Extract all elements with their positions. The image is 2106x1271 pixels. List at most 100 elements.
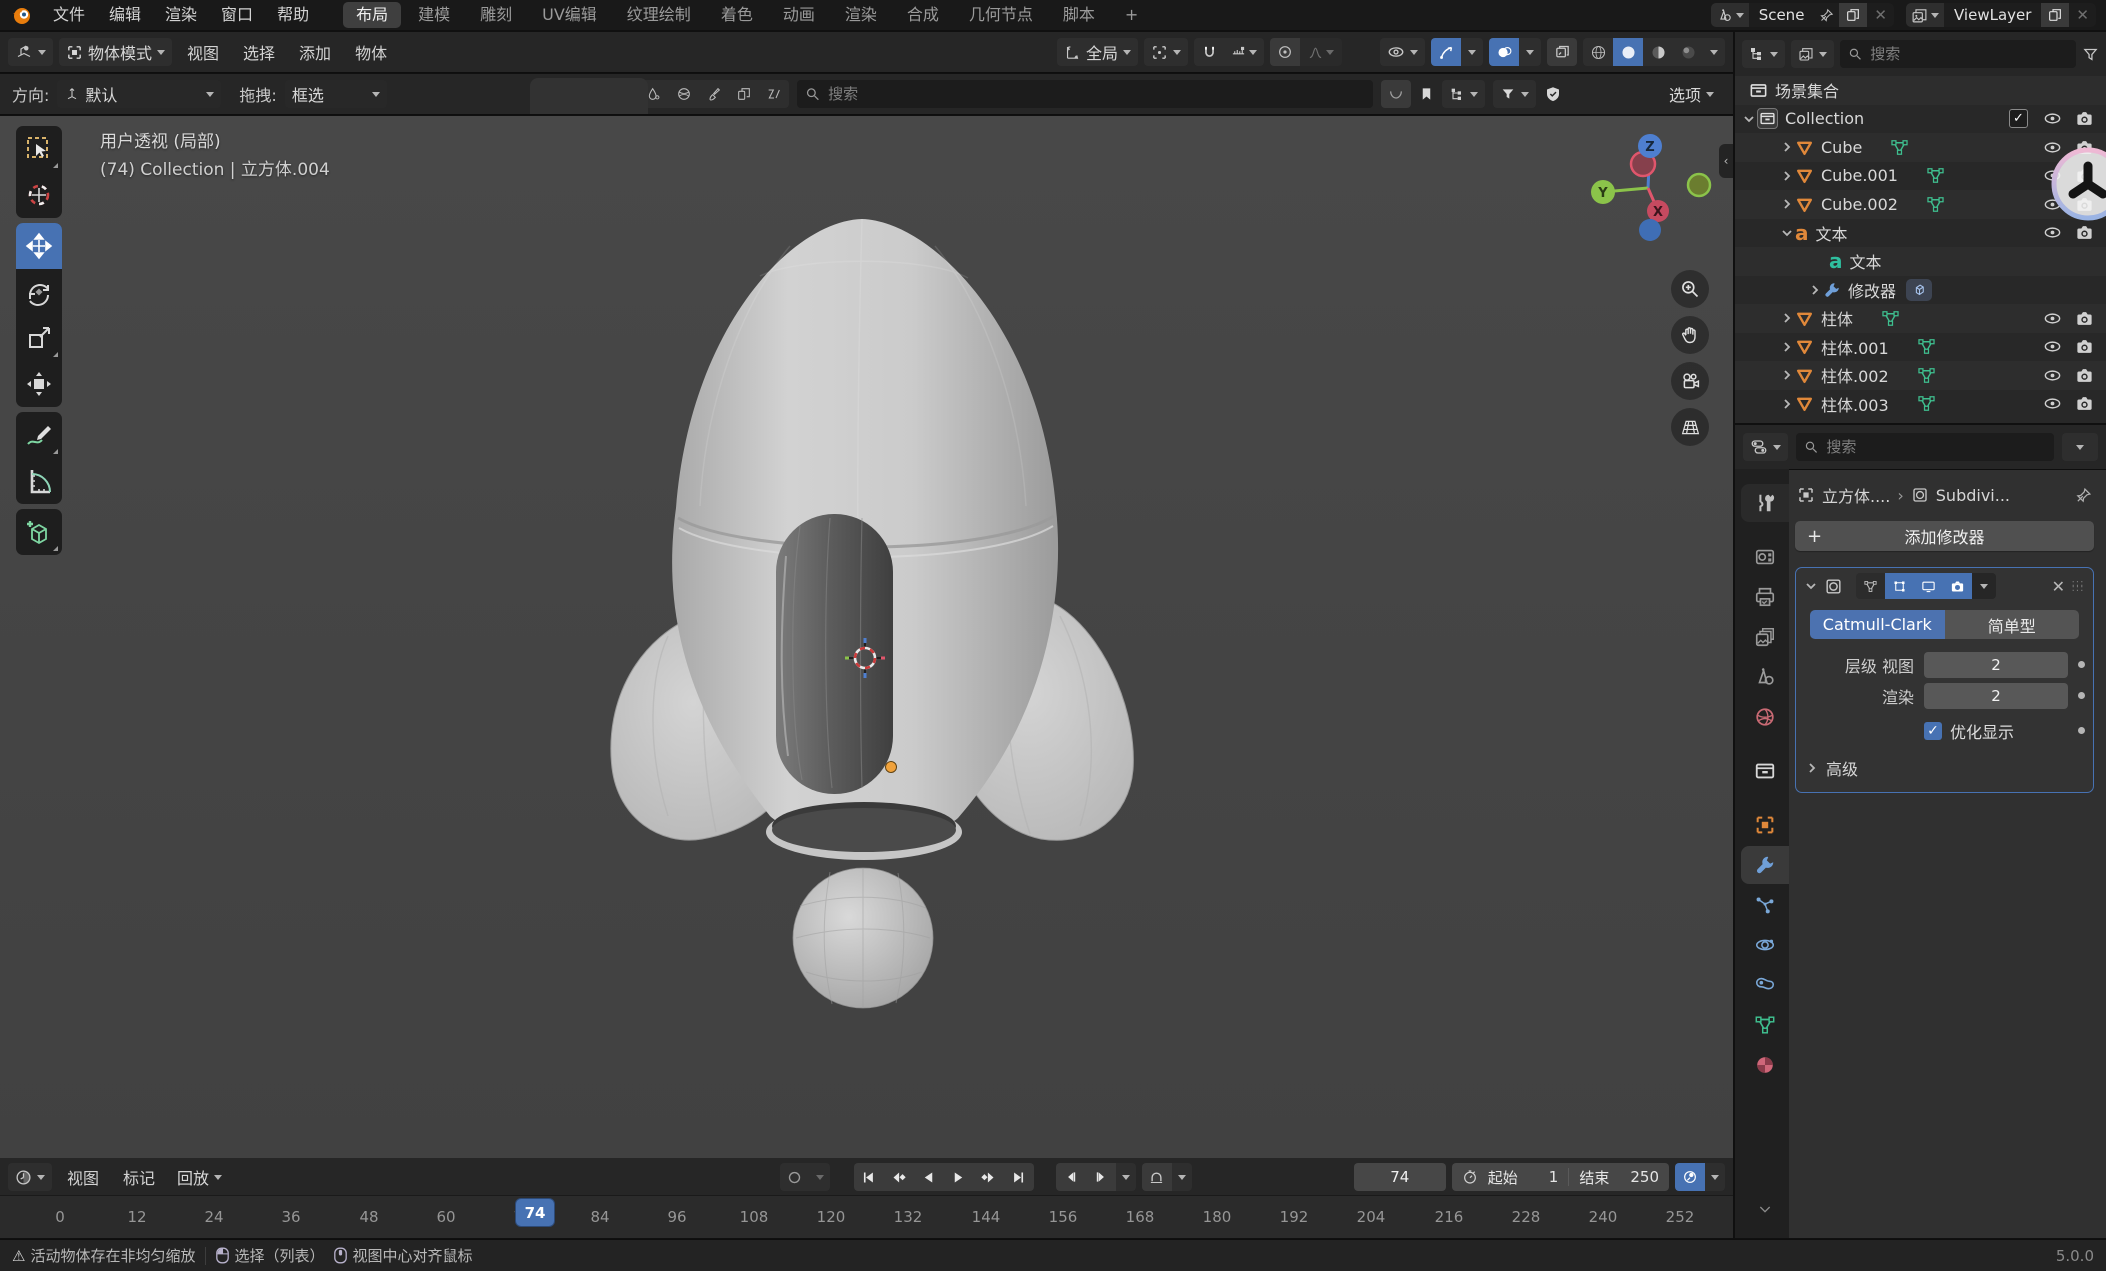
scene-browse-button[interactable]	[1711, 3, 1749, 27]
viewlayer-name[interactable]: ViewLayer	[1944, 6, 2041, 24]
outliner-row-cylinder[interactable]: 柱体	[1735, 304, 2106, 333]
viewport-menu-add[interactable]: 添加	[290, 40, 340, 64]
jump-start-button[interactable]	[854, 1163, 884, 1191]
workspace-tab-scripting[interactable]: 脚本	[1050, 2, 1108, 28]
outliner-search-field[interactable]	[1840, 40, 2076, 68]
animate-dot[interactable]	[2078, 692, 2085, 699]
scene-name[interactable]: Scene	[1749, 6, 1815, 24]
render-camera-icon[interactable]	[2068, 309, 2100, 328]
outliner-search-input[interactable]	[1868, 44, 2068, 64]
hide-eye-icon[interactable]	[2036, 309, 2068, 328]
new-scene-icon[interactable]	[1839, 3, 1867, 27]
mesh-data-icon[interactable]	[1890, 138, 1909, 157]
tool-annotate[interactable]	[16, 412, 62, 458]
tab-tool[interactable]	[1741, 484, 1789, 522]
tool-move[interactable]	[16, 223, 62, 269]
mesh-data-icon[interactable]	[1917, 394, 1936, 413]
tab-constraints[interactable]	[1741, 966, 1789, 1004]
toggle-realtime-icon[interactable]	[1914, 573, 1943, 599]
advanced-section[interactable]: 高级	[1796, 746, 2093, 780]
bookmark-icon[interactable]	[1419, 85, 1434, 103]
workspace-tab-shading[interactable]: 着色	[708, 2, 766, 28]
pan-button[interactable]	[1671, 316, 1709, 354]
levels-viewport-field[interactable]: 2	[1924, 652, 2068, 678]
hide-eye-icon[interactable]	[2036, 366, 2068, 385]
gizmos-dropdown[interactable]	[1461, 38, 1483, 66]
workspace-tab-texture-paint[interactable]: 纹理绘制	[614, 2, 704, 28]
workspace-tab-geometry-nodes[interactable]: 几何节点	[956, 2, 1046, 28]
breadcrumb-object-name[interactable]: 立方体....	[1822, 483, 1890, 507]
filter-globe-icon[interactable]	[669, 80, 699, 108]
optimal-display-checkbox[interactable]: ✓	[1924, 722, 1942, 740]
properties-search-field[interactable]	[1796, 433, 2054, 461]
current-frame-field[interactable]: 74	[1354, 1163, 1446, 1191]
tool-cursor[interactable]	[16, 172, 62, 218]
workspace-tab-uv[interactable]: UV编辑	[529, 2, 610, 28]
shading-dropdown[interactable]	[1703, 38, 1725, 66]
next-keyframe-button[interactable]	[974, 1163, 1004, 1191]
tab-material[interactable]	[1741, 1046, 1789, 1084]
filter-duplicate-icon[interactable]	[729, 80, 759, 108]
outliner-row-cylinder-003[interactable]: 柱体.003	[1735, 390, 2106, 419]
tool-scale[interactable]	[16, 315, 62, 361]
collapse-chevron-icon[interactable]	[1779, 398, 1795, 410]
animate-dot[interactable]	[2078, 727, 2085, 734]
zoom-button[interactable]	[1671, 270, 1709, 308]
play-reverse-button[interactable]	[914, 1163, 944, 1191]
modifier-panel-header[interactable]: ✕ ::: :::	[1796, 568, 2093, 604]
delete-scene-icon[interactable]: ✕	[1867, 6, 1894, 24]
outliner-row-text-data[interactable]: a 文本	[1735, 247, 2106, 276]
preview-range-dropdown[interactable]	[1172, 1163, 1192, 1191]
tab-modifiers[interactable]	[1741, 846, 1789, 884]
catmull-clark-option[interactable]: Catmull-Clark	[1810, 610, 1945, 639]
tool-add-cube[interactable]	[16, 509, 62, 555]
outliner-display-mode-dropdown[interactable]	[1742, 40, 1785, 68]
timeline-editor-type-button[interactable]	[8, 1163, 52, 1191]
hide-eye-icon[interactable]	[2036, 337, 2068, 356]
camera-view-button[interactable]	[1671, 362, 1709, 400]
xray-toggle-icon[interactable]	[1547, 38, 1577, 66]
tool-rotate[interactable]	[16, 269, 62, 315]
outliner-row-cylinder-002[interactable]: 柱体.002	[1735, 361, 2106, 390]
playback-dropdown[interactable]: 回放	[170, 1163, 229, 1191]
keying-dropdown[interactable]	[1705, 1163, 1725, 1191]
collapse-chevron-icon[interactable]	[1779, 141, 1795, 153]
collapse-chevron-icon[interactable]	[1779, 369, 1795, 381]
shield-icon[interactable]	[1544, 85, 1562, 103]
falloff-curve-icon[interactable]	[1381, 80, 1411, 108]
pin-icon[interactable]	[2075, 487, 2092, 504]
overlays-toggle-icon[interactable]	[1489, 38, 1519, 66]
viewport-menu-object[interactable]: 物体	[346, 40, 396, 64]
hide-eye-icon[interactable]	[2036, 109, 2068, 128]
autokey-toggle-icon[interactable]	[780, 1163, 810, 1191]
mesh-data-icon[interactable]	[1917, 366, 1936, 385]
menu-help[interactable]: 帮助	[266, 0, 320, 30]
workspace-tab-compositing[interactable]: 合成	[894, 2, 952, 28]
end-frame-field[interactable]: 结束 250	[1579, 1167, 1659, 1188]
menu-window[interactable]: 窗口	[210, 0, 264, 30]
workspace-tab-sculpt[interactable]: 雕刻	[467, 2, 525, 28]
expand-chevron-icon[interactable]	[1741, 113, 1757, 125]
tool-select-box[interactable]	[16, 126, 62, 172]
outliner-row-cylinder-001[interactable]: 柱体.001	[1735, 333, 2106, 362]
render-camera-icon[interactable]	[2068, 337, 2100, 356]
render-camera-icon[interactable]	[2068, 223, 2100, 242]
menu-file[interactable]: 文件	[42, 0, 96, 30]
hide-eye-icon[interactable]	[2036, 223, 2068, 242]
collapse-chevron-icon[interactable]	[1779, 312, 1795, 324]
tool-measure[interactable]	[16, 458, 62, 504]
modifier-drag-handle-icon[interactable]: ::: :::	[2070, 581, 2086, 591]
gizmos-toggle-icon[interactable]	[1431, 38, 1461, 66]
collection-checkbox[interactable]: ✓	[2009, 109, 2028, 128]
collapse-chevron-icon[interactable]	[1807, 284, 1823, 296]
tab-world[interactable]	[1741, 698, 1789, 736]
shading-wireframe-icon[interactable]	[1583, 38, 1613, 66]
properties-options-dropdown[interactable]	[2062, 433, 2098, 461]
workspace-tab-modeling[interactable]: 建模	[405, 2, 463, 28]
navigation-gizmo[interactable]: Z Y X	[1575, 131, 1720, 246]
filter-brush-icon[interactable]	[699, 80, 729, 108]
tab-object[interactable]	[1741, 806, 1789, 844]
shading-rendered-icon[interactable]	[1673, 38, 1703, 66]
workspace-tab-add[interactable]: +	[1112, 2, 1151, 28]
next-frame-button[interactable]	[1086, 1163, 1116, 1191]
